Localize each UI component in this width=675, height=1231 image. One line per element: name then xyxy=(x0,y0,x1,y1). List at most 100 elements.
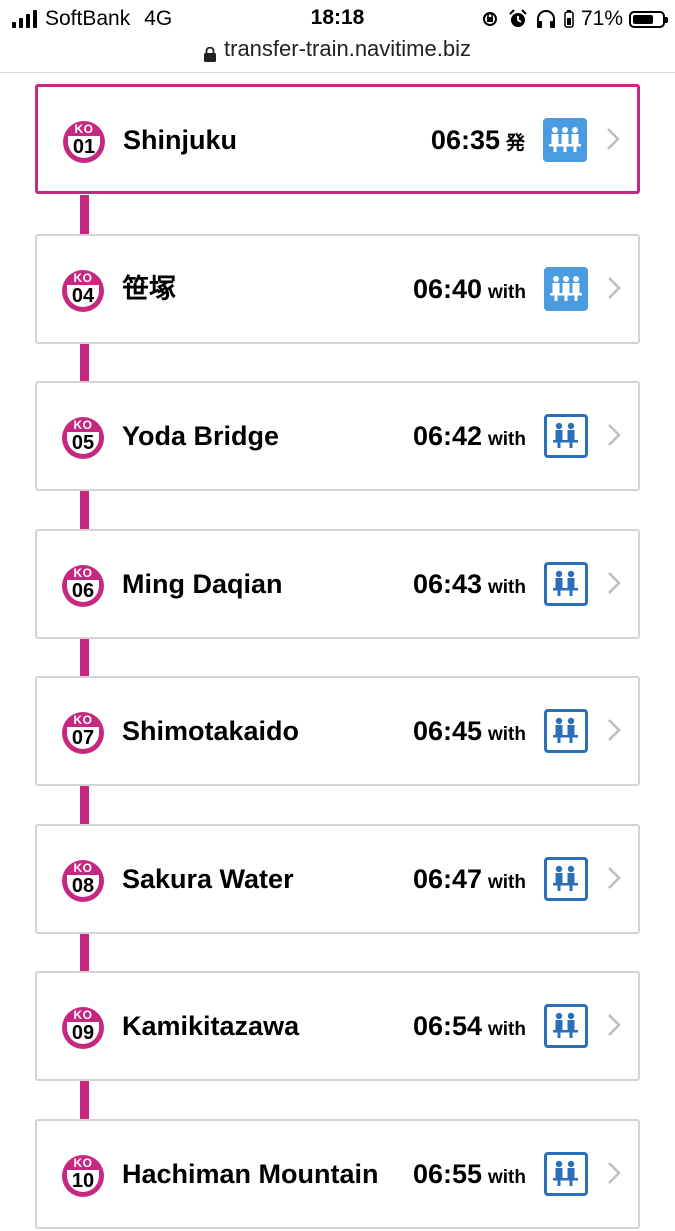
time-value: 06:40 xyxy=(412,274,482,304)
station-number-badge: KO 08 xyxy=(62,860,104,902)
line-code: KO xyxy=(73,1008,93,1022)
station-number-badge: KO 10 xyxy=(62,1155,104,1197)
station-row[interactable]: KO 08 Sakura Water 06:47 with xyxy=(35,824,640,934)
crowded-car-icon xyxy=(544,267,588,311)
alarm-icon xyxy=(507,8,529,30)
station-number-badge: KO 01 xyxy=(63,121,105,163)
url-display[interactable]: transfer-train.navitime.biz xyxy=(204,36,471,62)
station-name: Sakura Water xyxy=(122,864,294,894)
time-suffix: with xyxy=(488,429,526,450)
chevron-right-icon xyxy=(607,718,621,742)
station-row[interactable]: KO 07 Shimotakaido 06:45 with xyxy=(35,676,640,786)
station-row[interactable]: KO 09 Kamikitazawa 06:54 with xyxy=(35,971,640,1081)
url-bar[interactable]: transfer-train.navitime.biz xyxy=(0,36,675,73)
departure-time: 06:42 with xyxy=(413,383,526,489)
time-suffix: with xyxy=(488,282,526,303)
seat-pictogram xyxy=(553,1160,578,1186)
seated-car-icon xyxy=(544,562,588,606)
station-number-badge: KO 09 xyxy=(62,1007,104,1049)
time-value: 06:55 xyxy=(412,1159,482,1189)
line-code: KO xyxy=(73,271,93,285)
line-code: KO xyxy=(73,1156,93,1170)
time-value: 06:54 xyxy=(412,1011,482,1041)
time-value: 06:35 xyxy=(430,125,500,155)
departure-time: 06:47 with xyxy=(413,826,526,932)
station-number: 07 xyxy=(67,727,99,749)
station-row[interactable]: KO 10 Hachiman Mountain 06:55 with xyxy=(35,1119,640,1229)
crowd-pictogram xyxy=(549,127,581,152)
url-text: transfer-train.navitime.biz xyxy=(224,36,471,61)
station-number: 01 xyxy=(68,136,100,158)
departure-time: 06:43 with xyxy=(413,531,526,637)
station-name: Shimotakaido xyxy=(122,716,300,746)
line-code: KO xyxy=(73,566,93,580)
lock-icon xyxy=(204,42,216,62)
seated-car-icon xyxy=(544,709,588,753)
seated-car-icon xyxy=(544,1152,588,1196)
seated-car-icon xyxy=(544,857,588,901)
seated-car-icon xyxy=(544,1004,588,1048)
station-number-badge: KO 06 xyxy=(62,565,104,607)
chevron-right-icon xyxy=(607,866,621,890)
station-name: 笹塚 xyxy=(122,274,176,304)
time-suffix: with xyxy=(488,872,526,893)
battery-percent: 71% xyxy=(580,7,623,30)
line-code: KO xyxy=(73,418,93,432)
battery-icon xyxy=(629,10,668,28)
line-code: KO xyxy=(73,713,93,727)
time-value: 06:47 xyxy=(412,864,482,894)
seat-pictogram xyxy=(553,717,578,743)
chevron-right-icon xyxy=(607,571,621,595)
seat-pictogram xyxy=(553,865,578,891)
status-right: 71% xyxy=(479,6,668,32)
time-suffix: with xyxy=(488,724,526,745)
station-name: Yoda Bridge xyxy=(122,421,280,451)
departure-time: 06:40 with xyxy=(413,236,526,342)
station-name: Kamikitazawa xyxy=(122,1011,300,1041)
station-name: Shinjuku xyxy=(123,125,237,155)
seated-car-icon xyxy=(544,414,588,458)
status-bar: SoftBank 4G 18:18 71% xyxy=(0,0,675,38)
station-row[interactable]: KO 04 笹塚 06:40 with xyxy=(35,234,640,344)
time-value: 06:43 xyxy=(412,569,482,599)
station-number: 10 xyxy=(67,1170,99,1192)
seat-pictogram xyxy=(553,570,578,596)
chevron-right-icon xyxy=(607,276,621,300)
time-suffix: with xyxy=(488,1019,526,1040)
chevron-right-icon xyxy=(607,1013,621,1037)
station-number-badge: KO 05 xyxy=(62,417,104,459)
crowded-car-icon xyxy=(543,118,587,162)
station-number: 04 xyxy=(67,285,99,307)
station-name: Ming Daqian xyxy=(122,569,283,599)
seat-pictogram xyxy=(553,422,578,448)
seat-pictogram xyxy=(553,1012,578,1038)
station-row[interactable]: KO 01 Shinjuku 06:35 発 xyxy=(35,84,640,194)
crowd-pictogram xyxy=(550,276,582,301)
station-number-badge: KO 04 xyxy=(62,270,104,312)
departure-time: 06:45 with xyxy=(413,678,526,784)
line-code: KO xyxy=(73,861,93,875)
chevron-right-icon xyxy=(607,423,621,447)
headphones-icon xyxy=(535,8,557,30)
station-number: 09 xyxy=(67,1022,99,1044)
station-name: Hachiman Mountain xyxy=(122,1159,379,1189)
station-row[interactable]: KO 05 Yoda Bridge 06:42 with xyxy=(35,381,640,491)
station-number: 08 xyxy=(67,875,99,897)
orientation-lock-icon xyxy=(479,8,501,30)
time-suffix: 発 xyxy=(505,133,525,154)
chevron-right-icon xyxy=(607,1161,621,1185)
station-number: 05 xyxy=(67,432,99,454)
station-number-badge: KO 07 xyxy=(62,712,104,754)
time-value: 06:45 xyxy=(412,716,482,746)
time-suffix: with xyxy=(488,577,526,598)
station-number: 06 xyxy=(67,580,99,602)
line-code: KO xyxy=(74,122,94,136)
battery-alert-icon xyxy=(563,8,575,30)
departure-time: 06:54 with xyxy=(413,973,526,1079)
time-suffix: with xyxy=(488,1167,526,1188)
departure-time: 06:35 発 xyxy=(431,87,525,193)
station-row[interactable]: KO 06 Ming Daqian 06:43 with xyxy=(35,529,640,639)
departure-time: 06:55 with xyxy=(413,1121,526,1227)
chevron-right-icon xyxy=(606,127,620,151)
time-value: 06:42 xyxy=(412,421,482,451)
